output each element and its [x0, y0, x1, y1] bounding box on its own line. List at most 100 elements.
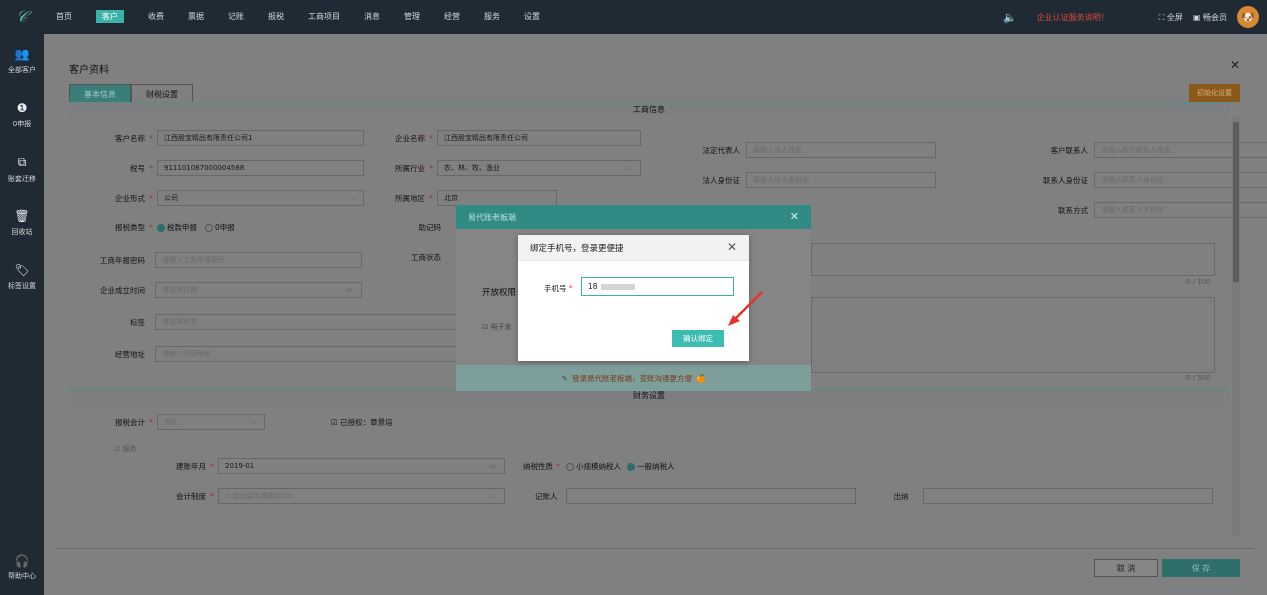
close-icon[interactable]: ✕ — [790, 210, 799, 223]
report-zero-radio[interactable]: 0申报 — [205, 222, 235, 233]
nav-home[interactable]: 首页 — [44, 0, 84, 34]
field-label: 工商状态 — [411, 253, 441, 262]
field-company-name: 企业名称 * 江西股宝精品有限责任公司 — [361, 130, 641, 146]
service-checkbox[interactable]: ☑ 服务 — [114, 444, 137, 454]
report-normal-radio[interactable]: 税款申报 — [157, 222, 197, 233]
field-legal-rep: 法定代表人 请输入法人姓名 — [676, 142, 936, 158]
fullscreen-button[interactable]: ⛶ 全屏 — [1159, 12, 1183, 23]
nav-fee[interactable]: 收费 — [136, 0, 176, 34]
industry-select[interactable]: 农、林、牧、渔业 ⌵ — [437, 160, 641, 176]
field-contact-id: 联系人身份证 请输入联系人身份证 — [976, 172, 1267, 188]
init-settings-button[interactable]: 初始化设置 — [1189, 84, 1240, 102]
company-type-value: 公司 — [164, 194, 178, 202]
sidebar-item-recycle[interactable]: 🗑 回收站 — [0, 196, 44, 250]
chevron-down-icon: ⌵ — [626, 163, 632, 172]
cashier-input[interactable] — [922, 488, 1213, 504]
legal-id-input[interactable]: 请输入法人身份证 — [746, 172, 936, 188]
pencil-icon: ✎ — [561, 373, 568, 383]
panel-footer: 取 消 保 存 — [56, 548, 1254, 584]
bookkeeper-input[interactable] — [565, 488, 856, 504]
field-label: 法人身份证 — [702, 175, 741, 185]
close-icon[interactable]: ✕ — [1230, 58, 1240, 72]
avatar[interactable]: 🐶 — [1237, 6, 1259, 28]
tax-no-input[interactable]: 911101087000004588 — [157, 160, 364, 176]
field-annual-code: 工商年报密码 请输入工商年报密码 — [69, 252, 362, 268]
field-label: 客户名称 — [115, 133, 145, 143]
nav-settings[interactable]: 设置 — [512, 0, 552, 34]
member-label: 畅会员 — [1203, 12, 1227, 22]
radio-checked-icon — [157, 224, 165, 232]
sidebar-item-transfer[interactable]: ⧉ 账套迁移 — [0, 142, 44, 196]
counter-1: 0 / 100 — [1186, 278, 1211, 286]
boss-dialog-footer[interactable]: ✎ 登录易代账老板端，查账沟通更方便 🍊 — [456, 365, 811, 391]
sidebar-item-all-customers[interactable]: 👥 全部客户 — [0, 34, 44, 88]
legal-rep-input[interactable]: 请输入法人姓名 — [746, 142, 936, 158]
contact-way-input[interactable]: 请输入联系人手机号 — [1094, 202, 1267, 218]
nav-business[interactable]: 工商项目 — [296, 0, 352, 34]
address-input[interactable]: 请输入经营地址 — [155, 346, 475, 362]
e-invoice-checkbox[interactable]: ☑ 电子发 — [482, 322, 512, 332]
nav-message[interactable]: 消息 — [352, 0, 392, 34]
radio-checked-icon — [627, 462, 635, 471]
field-legal-id: 法人身份证 请输入法人身份证 — [676, 172, 936, 188]
scrollbar-thumb[interactable] — [1233, 122, 1239, 282]
confirm-bind-button[interactable]: 确认绑定 — [672, 330, 724, 347]
nav-bookkeeping[interactable]: 记账 — [216, 0, 256, 34]
app-logo-icon[interactable]: 𝒞 — [0, 0, 44, 34]
annual-code-input[interactable]: 请输入工商年报密码 — [155, 252, 362, 268]
contact-input[interactable]: 请输入客户联系人姓名 — [1094, 142, 1267, 158]
sidebar-item-zero-report[interactable]: ❶ 0申报 — [0, 88, 44, 142]
save-button[interactable]: 保 存 — [1162, 559, 1240, 577]
field-accountant: 报税会计 * 李红 ⌵ ☑ 已授权：章景培 — [69, 414, 393, 430]
zero-report-icon: ❶ — [16, 101, 28, 115]
contact-id-input[interactable]: 请输入联系人身份证 — [1094, 172, 1267, 188]
found-date-picker[interactable]: 请选择日期 ▭ — [155, 282, 362, 298]
field-tag: 标签 请选择标签 — [69, 314, 475, 330]
account-system-select[interactable]: 小企业会计准则2013 ⌵ — [218, 488, 505, 504]
customer-name-input[interactable]: 江西股宝精品有限责任公司1 — [157, 130, 364, 146]
member-button[interactable]: ▣ 畅会员 — [1193, 12, 1227, 23]
field-service: ☑ 服务 — [114, 444, 137, 454]
sidebar-item-label: 账套迁移 — [8, 174, 36, 183]
counter-2: 0 / 500 — [1186, 374, 1211, 382]
accountant-select[interactable]: 李红 ⌵ — [157, 414, 265, 430]
nav-customer[interactable]: 客户 — [84, 0, 136, 34]
field-tax-no: 税号 * 911101087000004588 — [69, 160, 364, 176]
help-label: 帮助中心 — [8, 572, 36, 580]
nav-invoice[interactable]: 票据 — [176, 0, 216, 34]
taxpayer-small-radio[interactable]: 小规模纳税人 — [566, 461, 621, 472]
cancel-button[interactable]: 取 消 — [1094, 559, 1158, 577]
field-label: 所属地区 — [395, 193, 425, 203]
trash-icon: 🗑 — [14, 209, 30, 223]
remark-textarea-1[interactable] — [811, 243, 1215, 276]
industry-value: 农、林、牧、渔业 — [444, 164, 500, 172]
close-icon[interactable]: ✕ — [727, 240, 737, 254]
tag-select[interactable]: 请选择标签 — [155, 314, 475, 330]
nav-manage[interactable]: 管理 — [392, 0, 432, 34]
notice-link[interactable]: 企业认证服务说明！ — [1037, 12, 1109, 23]
authorized-checkbox[interactable]: ☑ 已授权：章景培 — [331, 417, 393, 428]
field-label: 会计制度 — [176, 491, 206, 501]
region-select[interactable]: 北京 — [437, 190, 557, 206]
nav-tax[interactable]: 报税 — [256, 0, 296, 34]
company-type-select[interactable]: 公司 ⌵ — [157, 190, 364, 206]
build-date-picker[interactable]: 2019-01 ▭ — [218, 458, 505, 474]
sidebar-item-label: 0申报 — [12, 120, 32, 128]
field-label: 记账人 — [535, 491, 558, 501]
phone-input[interactable]: 18 — [581, 277, 734, 296]
radio-icon — [205, 224, 213, 232]
nav-service[interactable]: 服务 — [472, 0, 512, 34]
sidebar-item-tags[interactable]: 🏷 标签设置 — [0, 250, 44, 304]
phone-value: 18 — [588, 282, 598, 291]
remark-textarea-2[interactable] — [811, 297, 1215, 373]
field-label: 报税会计 — [115, 417, 145, 427]
field-region: 所属地区 * 北京 — [361, 190, 557, 206]
nav-operate[interactable]: 经营 — [432, 0, 472, 34]
nav-customer-label: 客户 — [96, 10, 124, 23]
fullscreen-label: 全屏 — [1166, 12, 1183, 22]
company-name-input[interactable]: 江西股宝精品有限责任公司 — [437, 130, 641, 146]
help-center[interactable]: 🎧 帮助中心 — [0, 554, 44, 581]
users-icon: 👥 — [14, 47, 30, 61]
scrollbar[interactable] — [1232, 116, 1240, 536]
taxpayer-general-radio[interactable]: 一般纳税人 — [627, 461, 675, 472]
